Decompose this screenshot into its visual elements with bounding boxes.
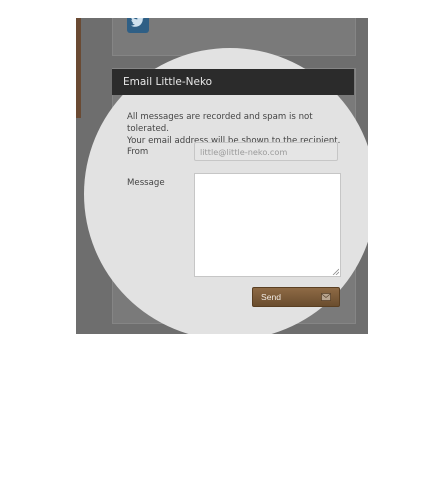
twitter-icon[interactable] — [127, 18, 149, 33]
panel-title: Email Little-Neko — [123, 76, 213, 88]
from-label: From — [127, 147, 149, 157]
panel-header: Email Little-Neko — [112, 69, 354, 95]
envelope-icon — [321, 293, 331, 301]
background-wood-strip — [76, 18, 81, 118]
from-email-field[interactable] — [194, 142, 338, 161]
message-label: Message — [127, 178, 165, 188]
send-button[interactable]: Send — [252, 287, 340, 307]
resize-grip-icon[interactable] — [332, 268, 339, 275]
send-label: Send — [261, 292, 282, 302]
message-textarea[interactable] — [194, 173, 341, 277]
info-line-1: All messages are recorded and spam is no… — [127, 112, 313, 134]
email-dialog-screen: Email Little-Neko All messages are recor… — [76, 18, 368, 334]
